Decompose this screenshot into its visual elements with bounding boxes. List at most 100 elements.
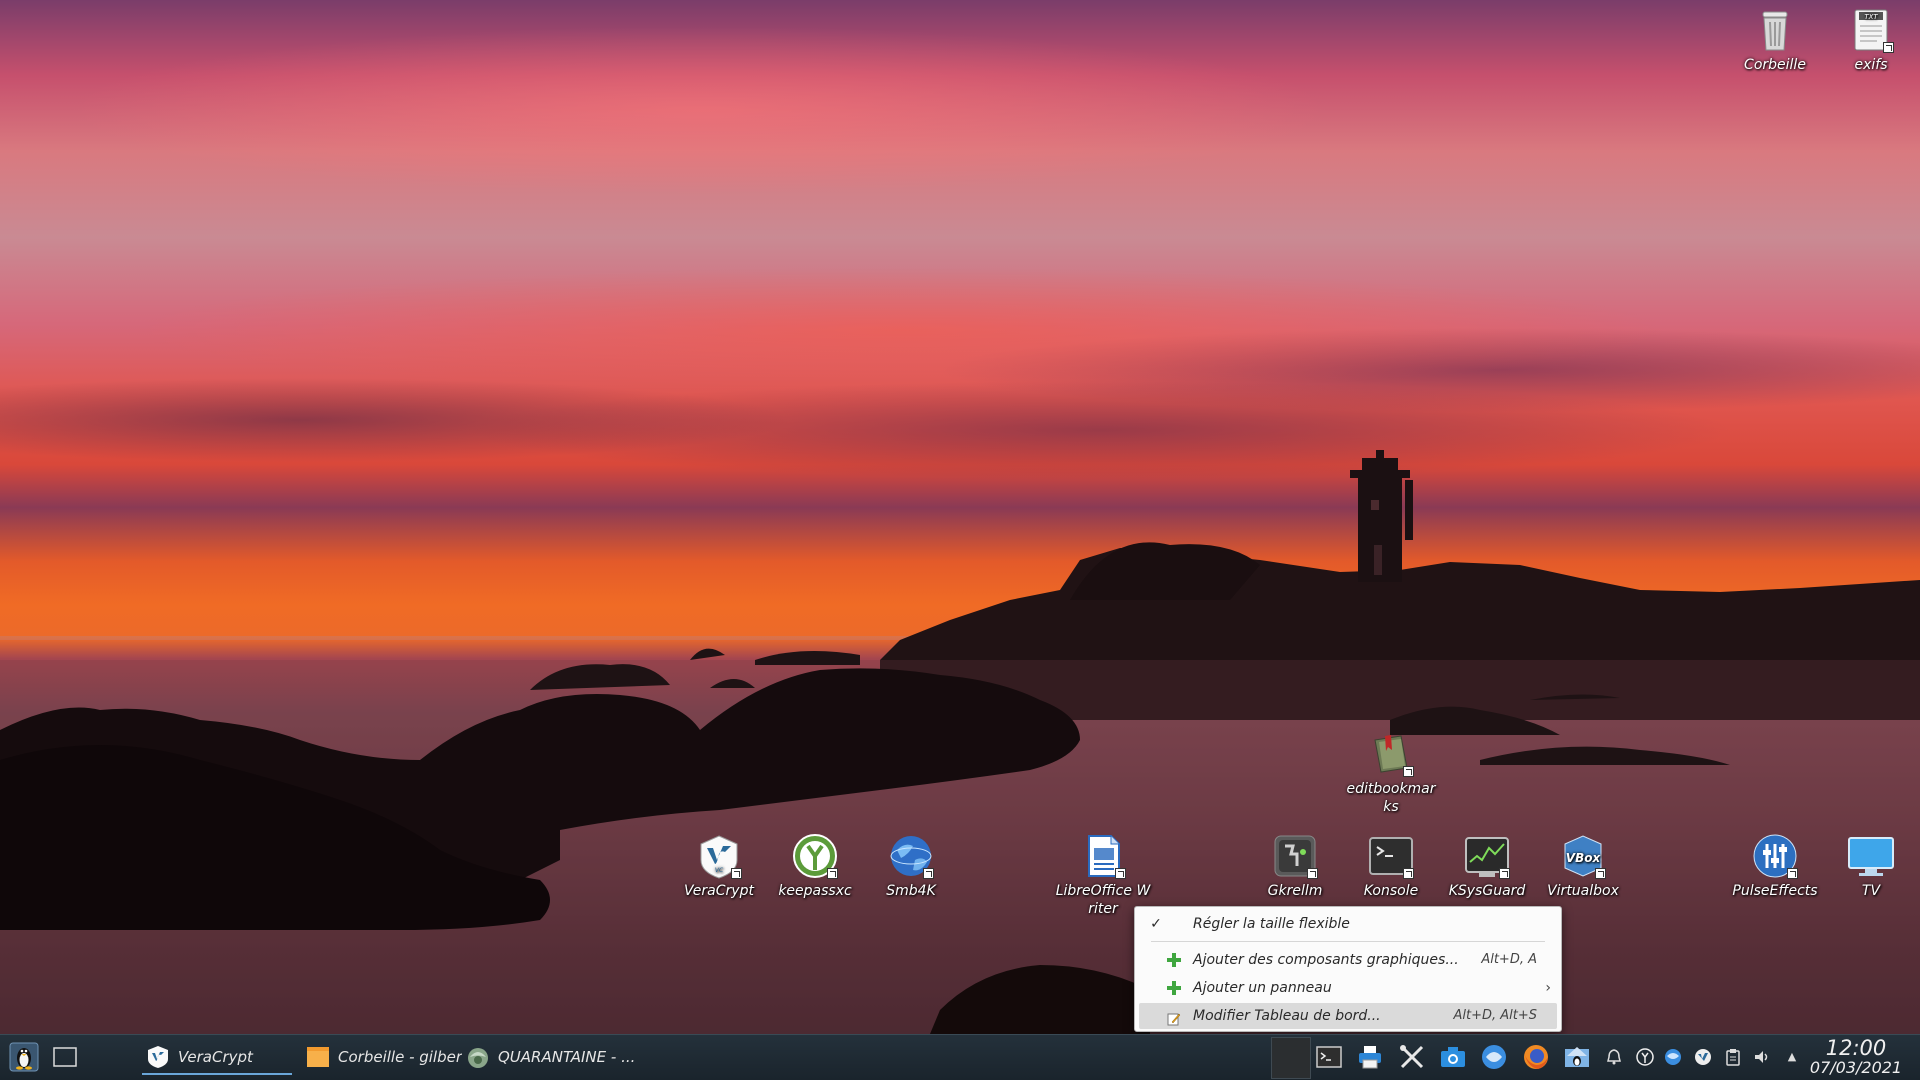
shortcut-arrow-icon xyxy=(1307,868,1318,879)
clamtk-icon xyxy=(468,1048,488,1068)
desktop-icon-editbookmarks[interactable]: editbookmarks xyxy=(1343,730,1439,816)
menu-item-label: Ajouter des composants graphiques... xyxy=(1193,952,1459,968)
desktop-icon-keepassxc[interactable]: keepassxc xyxy=(767,832,863,900)
desktop-icon-veracrypt[interactable]: VC VeraCrypt xyxy=(671,832,767,900)
home-folder-icon[interactable] xyxy=(1563,1043,1591,1071)
veracrypt-icon xyxy=(148,1046,168,1068)
notifications-bell-icon[interactable] xyxy=(1605,1048,1623,1066)
desktop-icon-label: PulseEffects xyxy=(1732,883,1818,899)
menu-item-shortcut: Alt+D, Alt+S xyxy=(1453,1008,1537,1023)
chevron-right-icon: › xyxy=(1545,980,1551,996)
terminal-icon xyxy=(1367,832,1415,880)
shortcut-arrow-icon xyxy=(1883,42,1894,53)
desktop-icon-label: VeraCrypt xyxy=(684,883,754,899)
vbox-badge: VBox xyxy=(1566,851,1602,865)
task-corbeille[interactable]: Corbeille - gilbert xyxy=(302,1039,462,1075)
desktop-icon-gkrellm[interactable]: Gkrellm xyxy=(1247,832,1343,900)
shortcut-arrow-icon xyxy=(1595,868,1606,879)
desktop-icon xyxy=(53,1047,77,1067)
menu-item-edit-panel[interactable]: Modifier Tableau de bord... Alt+D, Alt+S xyxy=(1139,1003,1557,1029)
virtualbox-icon: VBox xyxy=(1559,832,1607,880)
lighthouse xyxy=(1350,450,1413,582)
task-quarantaine[interactable]: QUARANTAINE - ... xyxy=(462,1039,642,1075)
menu-item-add-widgets[interactable]: Ajouter des composants graphiques... Alt… xyxy=(1139,947,1557,973)
clipboard-icon[interactable] xyxy=(1724,1048,1742,1066)
desktop-icon-label: Smb4K xyxy=(886,883,936,899)
desktop-icon-label: TV xyxy=(1861,883,1881,899)
bookmarks-book-icon xyxy=(1367,730,1415,778)
desktop-icon-konsole[interactable]: Konsole xyxy=(1343,832,1439,900)
digital-clock[interactable]: 12:00 07/03/2021 xyxy=(1796,1037,1916,1077)
desktop-icon-label: Corbeille xyxy=(1744,57,1806,73)
desktop-icon-label: keepassxc xyxy=(778,883,852,899)
tux-icon xyxy=(9,1042,39,1072)
clock-date: 07/03/2021 xyxy=(1809,1058,1903,1077)
text-file-icon: TXT xyxy=(1847,6,1895,54)
shortcut-arrow-icon xyxy=(1403,766,1414,777)
edit-icon xyxy=(1167,1009,1181,1026)
printer-icon[interactable] xyxy=(1356,1043,1384,1071)
menu-item-label: Régler la taille flexible xyxy=(1193,916,1350,932)
monitor-icon xyxy=(1847,832,1895,880)
desktop-icon-pulseeffects[interactable]: PulseEffects xyxy=(1727,832,1823,900)
add-icon xyxy=(1167,953,1181,967)
desktop-icon-label: Virtualbox xyxy=(1547,883,1619,899)
sunset-lighthouse-scene xyxy=(0,450,1920,1040)
desktop-icon-label: Konsole xyxy=(1363,883,1419,899)
task-label: Corbeille - gilbert xyxy=(338,1048,462,1066)
network-manager-icon[interactable] xyxy=(1480,1043,1508,1071)
menu-item-add-panel[interactable]: Ajouter un panneau › xyxy=(1139,975,1557,1001)
desktop-icon-exifs[interactable]: TXT exifs xyxy=(1823,6,1919,74)
network-globe-tray-icon[interactable] xyxy=(1664,1048,1682,1066)
keepassxc-icon xyxy=(791,832,839,880)
application-launcher-button[interactable] xyxy=(8,1040,40,1074)
konsole-launcher-icon[interactable] xyxy=(1315,1043,1343,1071)
desktop-icon-virtualbox[interactable]: VBox Virtualbox xyxy=(1535,832,1631,900)
check-icon: ✓ xyxy=(1150,916,1162,932)
virtual-desktop-pager[interactable] xyxy=(1271,1037,1311,1079)
keepassxc-tray-icon[interactable] xyxy=(1636,1048,1654,1066)
show-desktop-button[interactable] xyxy=(52,1040,78,1074)
writer-document-icon xyxy=(1079,832,1127,880)
menu-item-shortcut: Alt+D, A xyxy=(1481,952,1537,967)
camera-screenshot-icon[interactable] xyxy=(1439,1043,1467,1071)
system-monitor-icon xyxy=(1463,832,1511,880)
trash-icon xyxy=(1751,6,1799,54)
shortcut-arrow-icon xyxy=(1787,868,1798,879)
menu-item-label: Modifier Tableau de bord... xyxy=(1193,1008,1381,1024)
desktop-icon-label: KSysGuard xyxy=(1448,883,1526,899)
menu-item-flexible-size[interactable]: ✓ Régler la taille flexible xyxy=(1139,911,1557,937)
menu-separator xyxy=(1151,941,1545,942)
clock-time: 12:00 xyxy=(1825,1036,1887,1060)
svg-text:VC: VC xyxy=(715,867,724,874)
shortcut-arrow-icon xyxy=(731,868,742,879)
txt-badge: TXT xyxy=(1864,13,1878,21)
desktop-icon-label: editbookmarks xyxy=(1346,781,1436,815)
gkrellm-icon xyxy=(1271,832,1319,880)
task-veracrypt[interactable]: VeraCrypt xyxy=(142,1039,292,1075)
veracrypt-tray-icon[interactable] xyxy=(1694,1048,1712,1066)
menu-item-label: Ajouter un panneau xyxy=(1193,980,1332,996)
taskbar: VeraCrypt Corbeille - gilbert QUARANTAIN… xyxy=(0,1034,1920,1080)
task-label: QUARANTAINE - ... xyxy=(498,1048,636,1066)
shortcut-arrow-icon xyxy=(1499,868,1510,879)
volume-icon[interactable] xyxy=(1753,1048,1771,1066)
add-icon xyxy=(1167,981,1181,995)
task-label: VeraCrypt xyxy=(178,1048,253,1066)
shortcut-arrow-icon xyxy=(923,868,934,879)
desktop-icon-label: Gkrellm xyxy=(1267,883,1323,899)
shortcut-arrow-icon xyxy=(1115,868,1126,879)
veracrypt-icon: VC xyxy=(695,832,743,880)
desktop-icon-ksysguard[interactable]: KSysGuard xyxy=(1439,832,1535,900)
desktop-icon-smb4k[interactable]: Smb4K xyxy=(863,832,959,900)
shortcut-arrow-icon xyxy=(1403,868,1414,879)
desktop-icon-trash[interactable]: Corbeille xyxy=(1727,6,1823,74)
firefox-icon[interactable] xyxy=(1522,1043,1550,1071)
desktop-icon-label: exifs xyxy=(1854,57,1888,73)
pulseeffects-icon xyxy=(1751,832,1799,880)
desktop-wallpaper xyxy=(0,0,1920,1080)
panel-context-menu: ✓ Régler la taille flexible Ajouter des … xyxy=(1134,906,1562,1032)
tools-icon[interactable] xyxy=(1398,1043,1426,1071)
desktop-icon-tv[interactable]: TV xyxy=(1823,832,1919,900)
folder-icon xyxy=(307,1047,329,1067)
